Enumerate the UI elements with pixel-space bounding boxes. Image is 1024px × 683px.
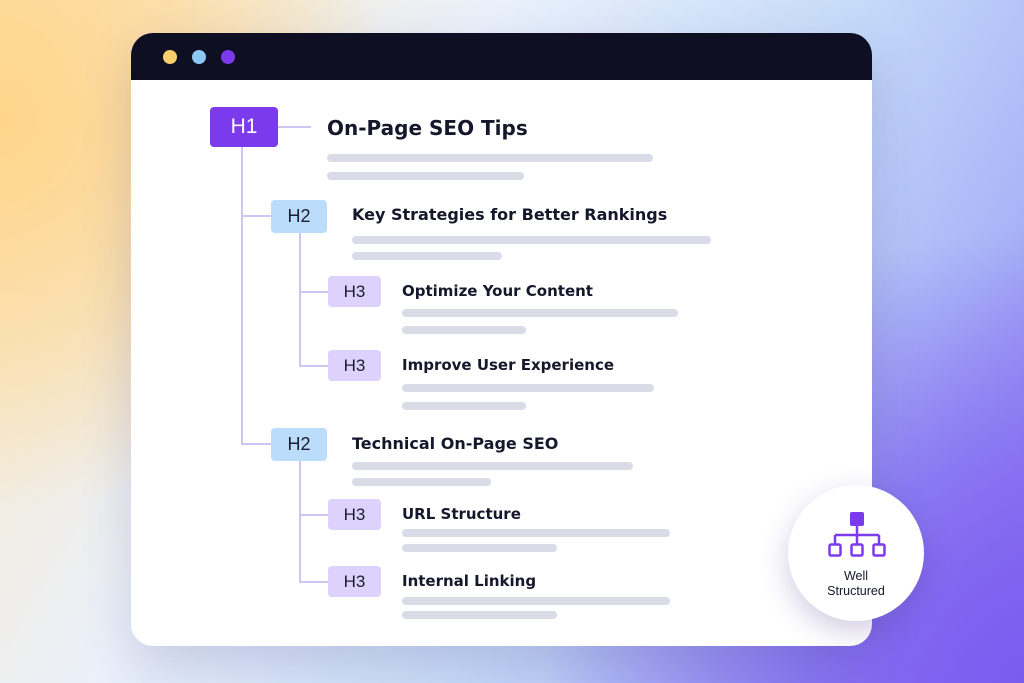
- h3-badge: H3: [328, 350, 381, 381]
- well-structured-seal: Well Structured: [788, 485, 924, 621]
- text-placeholder-line: [402, 309, 678, 317]
- h3-title: Improve User Experience: [402, 356, 615, 374]
- text-placeholder-line: [402, 402, 526, 410]
- h1-badge: H1: [210, 107, 278, 147]
- connector-line: [299, 233, 301, 366]
- connector-line: [299, 365, 328, 367]
- h2-title: Technical On-Page SEO: [352, 434, 559, 453]
- text-placeholder-line: [352, 462, 633, 470]
- text-placeholder-line: [327, 154, 653, 162]
- browser-window: H1 On-Page SEO Tips H2 Key Strategies fo…: [131, 33, 872, 646]
- text-placeholder-line: [352, 236, 711, 244]
- text-placeholder-line: [352, 478, 491, 486]
- connector-line: [299, 291, 328, 293]
- text-placeholder-line: [402, 544, 557, 552]
- text-placeholder-line: [402, 529, 670, 537]
- text-placeholder-line: [352, 252, 502, 260]
- text-placeholder-line: [402, 611, 557, 619]
- h3-badge: H3: [328, 499, 381, 530]
- connector-line: [299, 581, 328, 583]
- seal-label: Well Structured: [788, 569, 924, 599]
- heading-outline: H1 On-Page SEO Tips H2 Key Strategies fo…: [131, 33, 872, 646]
- h3-badge: H3: [328, 276, 381, 307]
- connector-line: [241, 147, 243, 443]
- seal-label-line: Well: [843, 569, 869, 583]
- h3-title: URL Structure: [402, 505, 521, 523]
- connector-line: [278, 126, 311, 128]
- text-placeholder-line: [402, 597, 670, 605]
- h2-title: Key Strategies for Better Rankings: [352, 205, 668, 224]
- h2-badge: H2: [271, 428, 327, 461]
- h3-title: Internal Linking: [402, 572, 537, 590]
- h1-title: On-Page SEO Tips: [327, 116, 528, 140]
- h2-badge: H2: [271, 200, 327, 233]
- connector-line: [241, 443, 271, 445]
- h3-title: Optimize Your Content: [402, 282, 593, 300]
- connector-line: [299, 461, 301, 582]
- connector-line: [299, 514, 328, 516]
- text-placeholder-line: [327, 172, 524, 180]
- h3-badge: H3: [328, 566, 381, 597]
- hierarchy-icon: [828, 512, 886, 557]
- text-placeholder-line: [402, 326, 526, 334]
- text-placeholder-line: [402, 384, 654, 392]
- seal-label-line: Structured: [827, 584, 885, 598]
- connector-line: [241, 215, 271, 217]
